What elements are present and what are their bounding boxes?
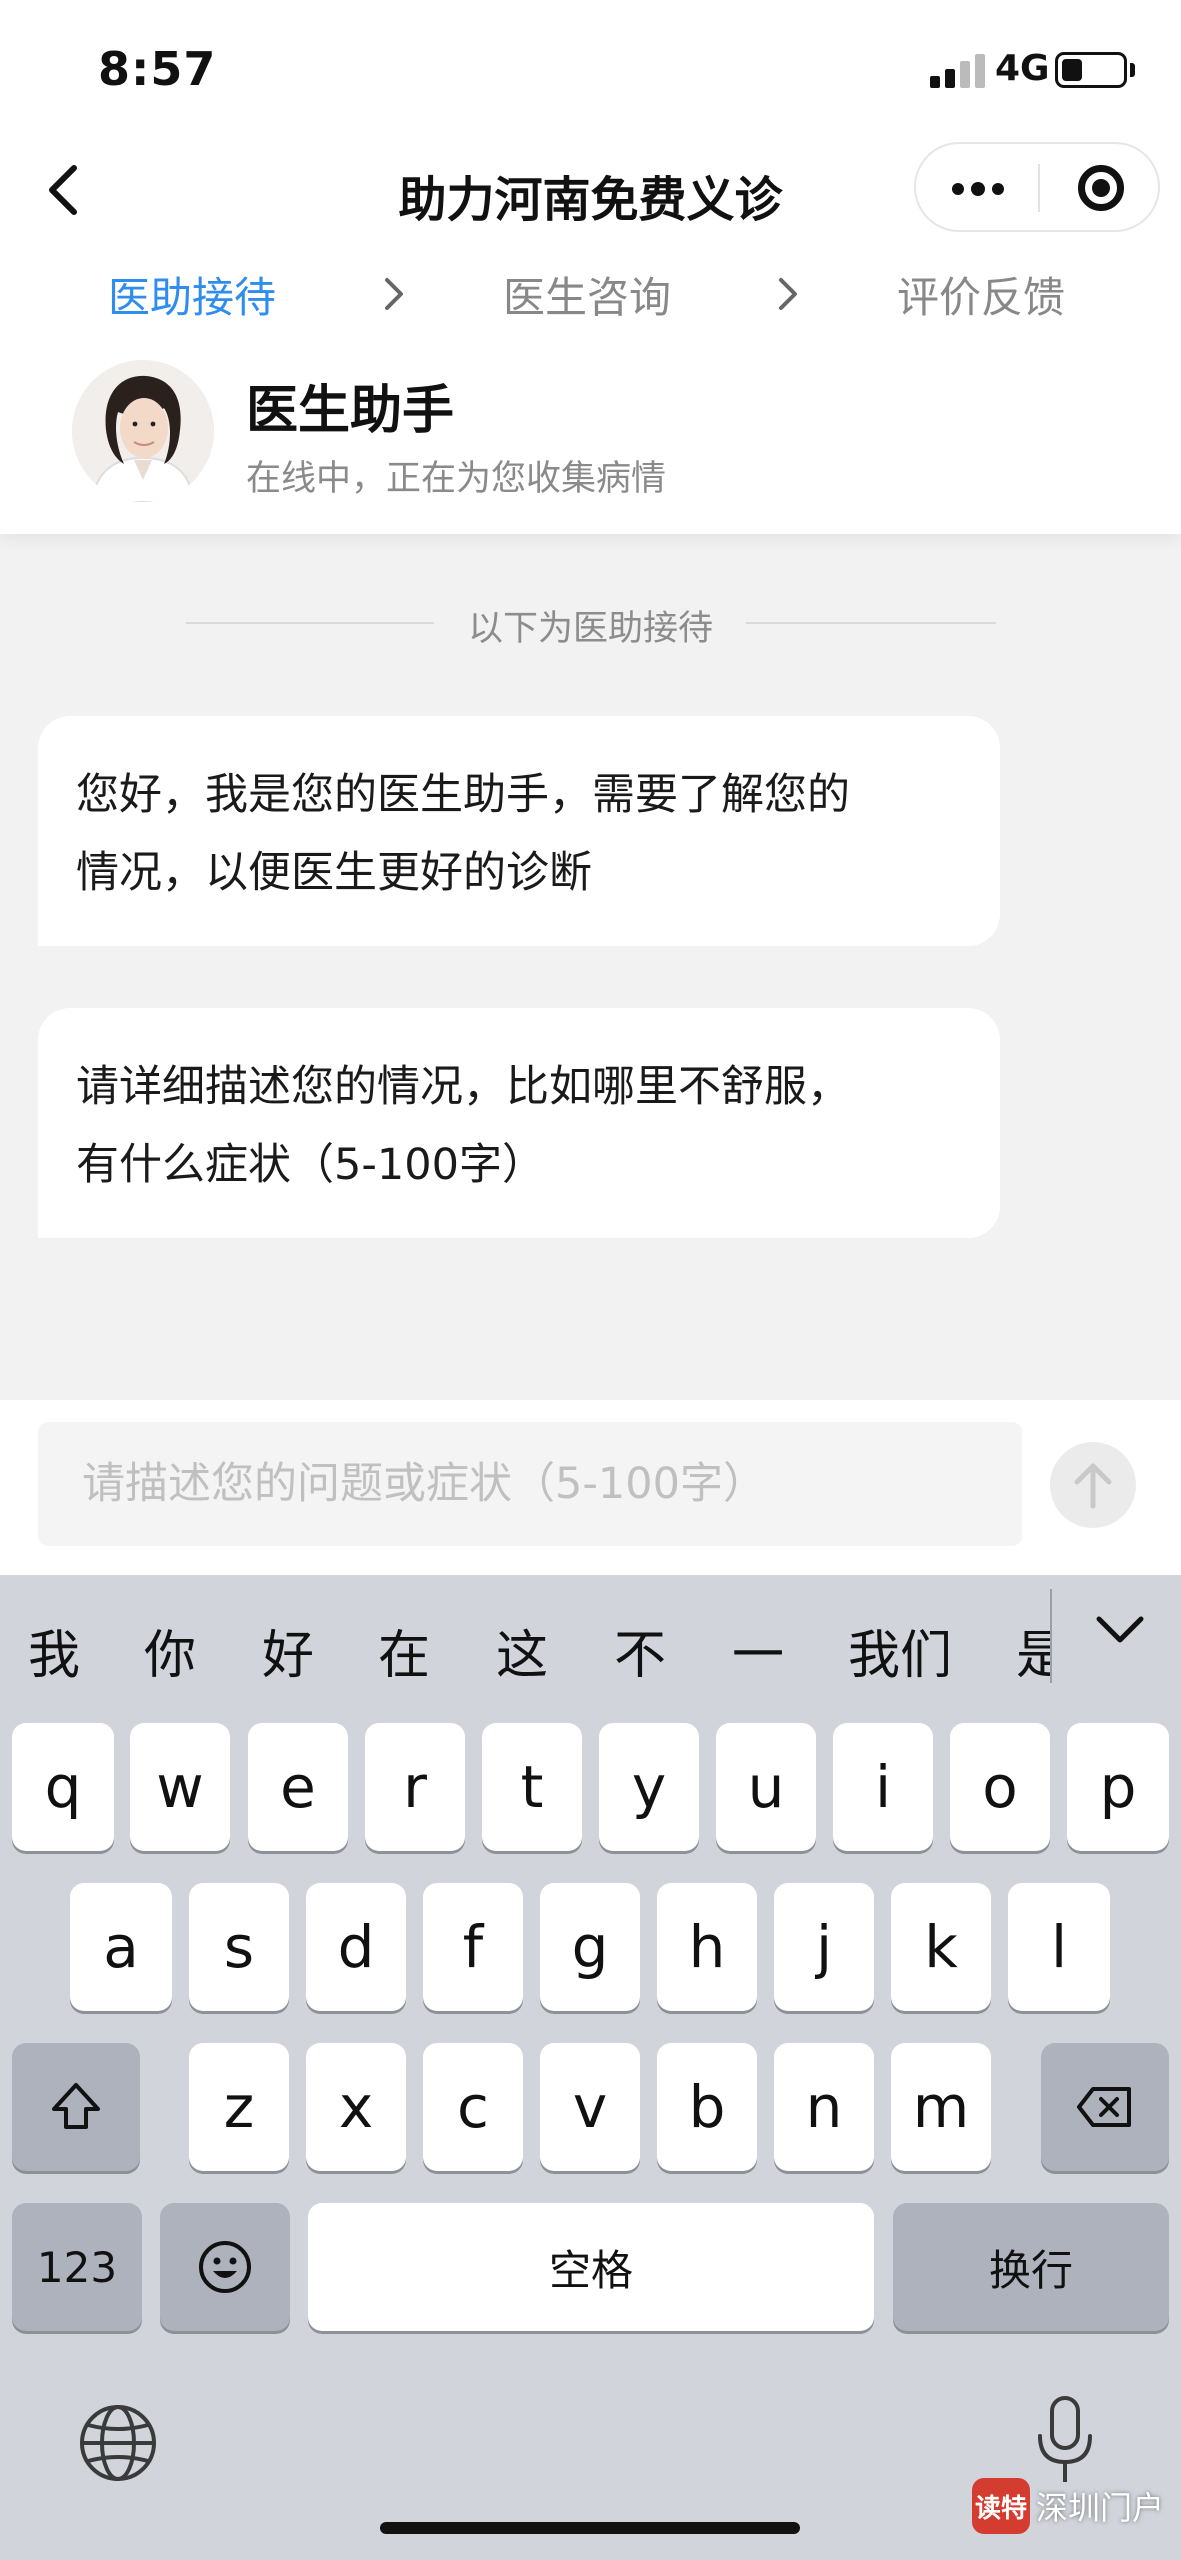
battery-icon — [1055, 52, 1127, 88]
emoji-key[interactable] — [160, 2203, 290, 2331]
key-k[interactable]: k — [891, 1883, 991, 2011]
assistant-header: 医生助手 在线中，正在为您收集病情 — [0, 340, 1181, 520]
more-dots-icon — [992, 183, 1004, 195]
key-m[interactable]: m — [891, 2043, 991, 2171]
key-p[interactable]: p — [1067, 1723, 1169, 1851]
candidate-overflow: 是 — [1010, 1575, 1050, 1715]
key-s[interactable]: s — [189, 1883, 289, 2011]
status-time: 8:57 — [98, 42, 217, 96]
candidate-word[interactable]: 一 — [732, 1613, 784, 1688]
key-l[interactable]: l — [1008, 1883, 1110, 2011]
key-j[interactable]: j — [774, 1883, 874, 2011]
key-q[interactable]: q — [12, 1723, 114, 1851]
candidate-word[interactable]: 在 — [378, 1613, 430, 1688]
microphone-icon[interactable] — [1022, 2390, 1108, 2490]
key-u[interactable]: u — [716, 1723, 816, 1851]
candidate-separator — [1050, 1589, 1052, 1683]
key-x[interactable]: x — [306, 2043, 406, 2171]
message-line: 有什么症状（5-100字） — [76, 1140, 545, 1190]
top-panel: 8:57 4G 助力河南免费义诊 医助接待 医生咨询 评价反馈 医生助手 在线中… — [0, 0, 1181, 534]
navbar: 助力河南免费义诊 — [0, 140, 1181, 240]
backspace-icon — [1077, 2087, 1131, 2127]
candidate-word[interactable]: 不 — [614, 1613, 666, 1688]
shift-icon — [52, 2083, 100, 2129]
chevron-down-icon[interactable] — [1085, 1595, 1155, 1665]
status-bar: 8:57 4G — [0, 0, 1181, 140]
key-o[interactable]: o — [950, 1723, 1050, 1851]
key-h[interactable]: h — [657, 1883, 757, 2011]
step-reception[interactable]: 医助接待 — [108, 264, 276, 325]
key-t[interactable]: t — [482, 1723, 582, 1851]
more-dots-icon — [971, 182, 985, 196]
divider-line-right — [746, 622, 996, 624]
numbers-key[interactable]: 123 — [12, 2203, 142, 2331]
candidate-word[interactable]: 这 — [496, 1613, 548, 1688]
assistant-status: 在线中，正在为您收集病情 — [246, 459, 667, 499]
more-dots-icon — [952, 183, 964, 195]
key-g[interactable]: g — [540, 1883, 640, 2011]
key-e[interactable]: e — [248, 1723, 348, 1851]
signal-icon — [930, 52, 986, 88]
key-c[interactable]: c — [423, 2043, 523, 2171]
message-line: 情况，以便医生更好的诊断 — [76, 848, 592, 898]
emoji-icon — [199, 2241, 251, 2293]
candidate-word[interactable]: 你 — [144, 1613, 196, 1688]
chevron-right-icon — [385, 278, 403, 310]
home-indicator[interactable] — [380, 2522, 800, 2534]
send-button[interactable] — [1050, 1442, 1136, 1528]
input-bar — [0, 1400, 1181, 1575]
message-line: 您好，我是您的医生助手，需要了解您的 — [76, 770, 850, 820]
space-key[interactable]: 空格 — [308, 2203, 874, 2331]
candidate-word[interactable]: 是 — [1016, 1613, 1050, 1688]
key-r[interactable]: r — [365, 1723, 465, 1851]
target-icon-dot — [1092, 179, 1110, 197]
candidate-word[interactable]: 好 — [262, 1613, 314, 1688]
arrow-up-icon — [1074, 1463, 1112, 1509]
key-a[interactable]: a — [70, 1883, 172, 2011]
watermark-logo: 读特 — [972, 2478, 1030, 2534]
return-key[interactable]: 换行 — [893, 2203, 1169, 2331]
message-line: 请详细描述您的情况，比如哪里不舒服， — [76, 1062, 850, 1112]
delete-key[interactable] — [1041, 2043, 1169, 2171]
progress-steps: 医助接待 医生咨询 评价反馈 — [0, 250, 1181, 336]
miniprogram-capsule — [914, 142, 1160, 232]
symptom-input[interactable] — [38, 1422, 1022, 1546]
step-feedback[interactable]: 评价反馈 — [897, 264, 1065, 325]
globe-icon[interactable] — [72, 2397, 164, 2489]
battery-tip — [1130, 63, 1135, 77]
key-d[interactable]: d — [306, 1883, 406, 2011]
key-f[interactable]: f — [423, 1883, 523, 2011]
avatar — [72, 360, 214, 502]
close-miniprogram-button[interactable] — [1040, 144, 1160, 230]
key-z[interactable]: z — [189, 2043, 289, 2171]
shift-key[interactable] — [12, 2043, 140, 2171]
assistant-name: 医生助手 — [246, 381, 455, 441]
step-consultation[interactable]: 医生咨询 — [503, 264, 671, 325]
key-n[interactable]: n — [774, 2043, 874, 2171]
chat-message: 请详细描述您的情况，比如哪里不舒服， 有什么症状（5-100字） — [38, 1008, 1000, 1238]
key-y[interactable]: y — [599, 1723, 699, 1851]
key-w[interactable]: w — [130, 1723, 230, 1851]
chevron-right-icon — [779, 278, 797, 310]
watermark-text: 深圳门户 — [1036, 2489, 1165, 2527]
key-i[interactable]: i — [833, 1723, 933, 1851]
chat-divider-label: 以下为医助接待 — [467, 609, 713, 649]
candidate-bar: 我 你 好 在 这 不 一 我们 是 — [0, 1575, 1181, 1715]
key-b[interactable]: b — [657, 2043, 757, 2171]
battery-fill — [1062, 59, 1082, 81]
key-v[interactable]: v — [540, 2043, 640, 2171]
candidate-word[interactable]: 我 — [28, 1613, 80, 1688]
doctor-avatar-image — [72, 360, 214, 502]
network-type: 4G — [995, 48, 1050, 89]
more-button[interactable] — [916, 144, 1038, 230]
watermark: 读特 深圳门户 — [972, 2478, 1164, 2534]
chat-message: 您好，我是您的医生助手，需要了解您的 情况，以便医生更好的诊断 — [38, 716, 1000, 946]
candidate-word[interactable]: 我们 — [848, 1613, 952, 1688]
